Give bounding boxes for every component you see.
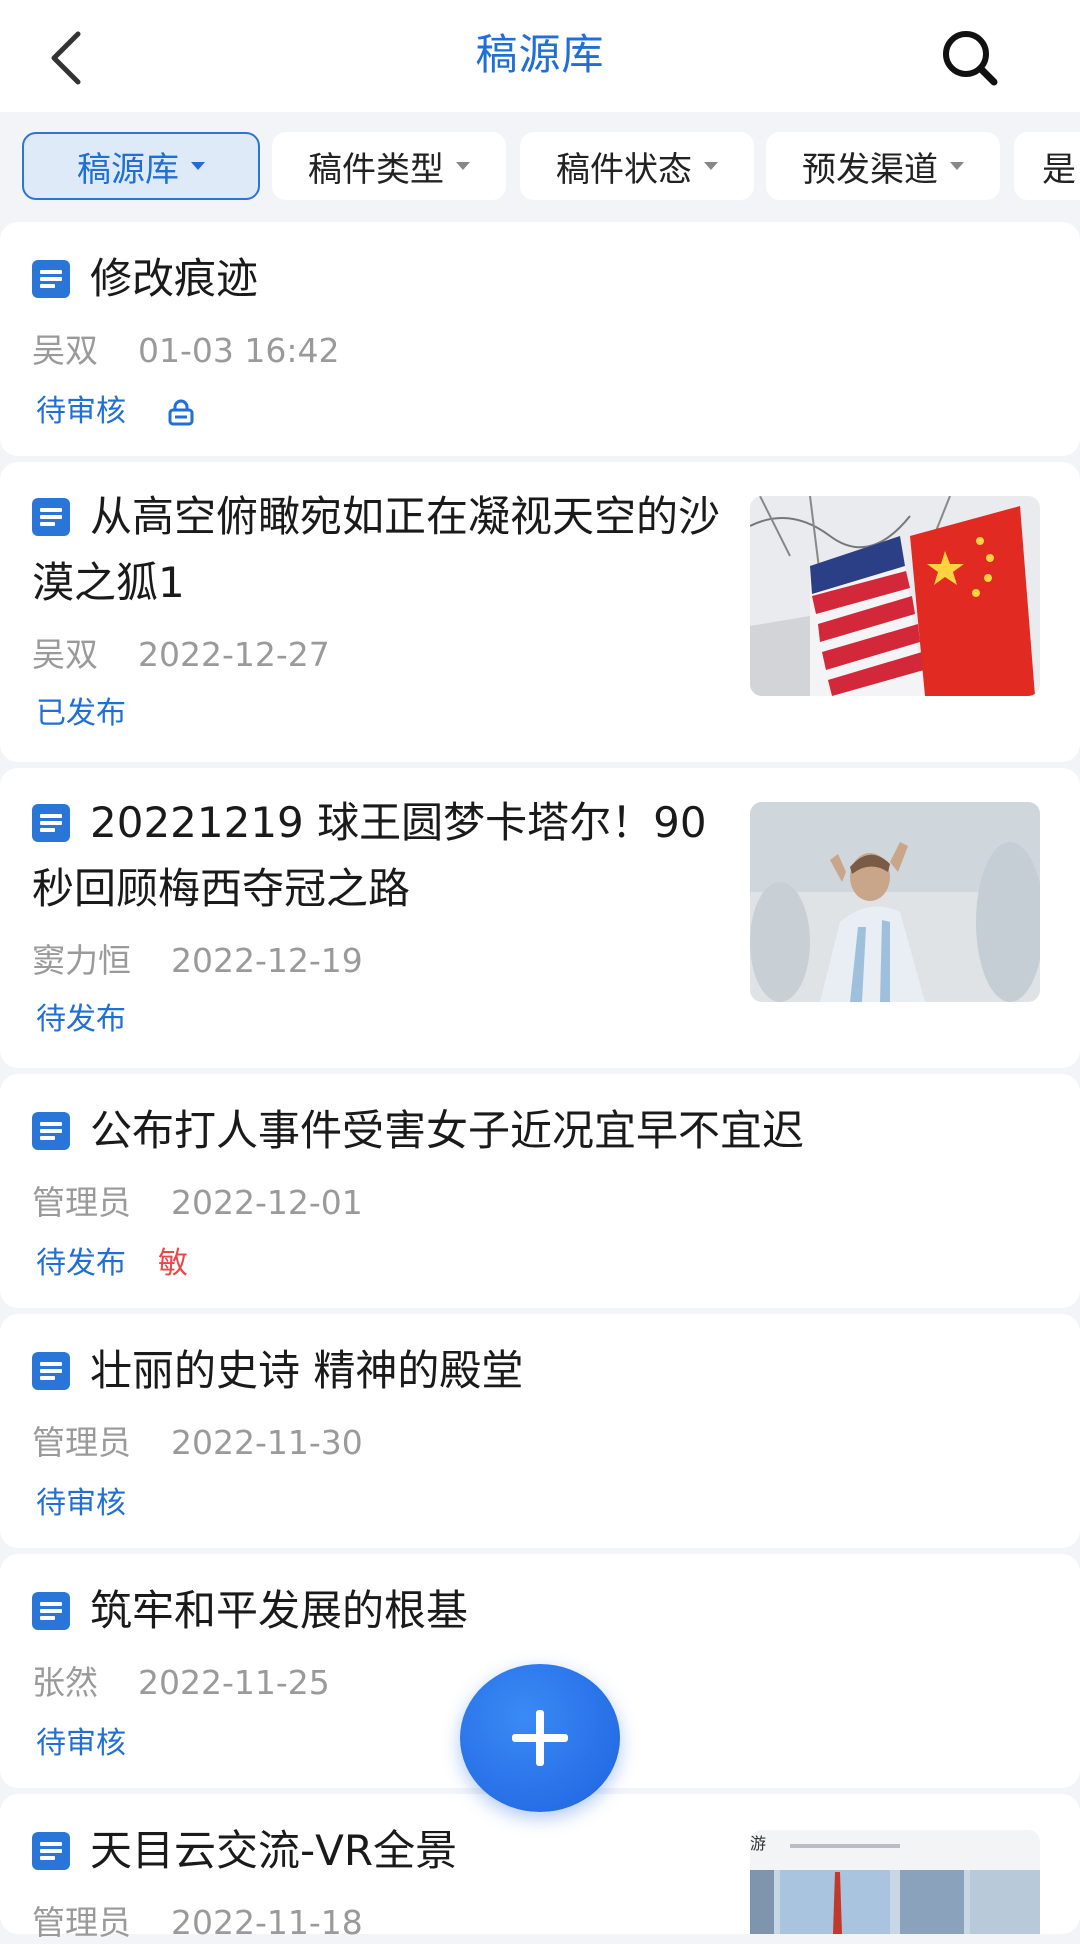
filter-bar: 稿源库 稿件类型 稿件状态 预发渠道 是 bbox=[0, 112, 1080, 222]
document-icon bbox=[32, 1112, 70, 1150]
article-title: 天目云交流-VR全景 bbox=[90, 1826, 458, 1875]
status-badge: 待审核 bbox=[36, 394, 126, 429]
filter-chip-label: 是 bbox=[1042, 149, 1076, 190]
article-author: 管理员 bbox=[32, 1903, 131, 1942]
article-author: 管理员 bbox=[32, 1183, 131, 1222]
article-meta: 管理员 2022-12-01 bbox=[32, 1176, 363, 1224]
page-title: 稿源库 bbox=[475, 30, 605, 79]
article-author: 窦力恒 bbox=[32, 941, 131, 980]
article-card[interactable]: 从高空俯瞰宛如正在凝视天空的沙漠之狐1 吴双 2022-12-27 已发布 bbox=[0, 462, 1080, 762]
filter-chip-channel[interactable]: 预发渠道 bbox=[766, 132, 1000, 200]
article-thumbnail: 游 bbox=[750, 1830, 1040, 1934]
filter-chip-status[interactable]: 稿件状态 bbox=[520, 132, 754, 200]
article-thumbnail bbox=[750, 802, 1040, 1002]
document-icon bbox=[32, 1592, 70, 1630]
filter-chip-label: 预发渠道 bbox=[802, 149, 938, 190]
article-date: 2022-12-19 bbox=[171, 941, 363, 980]
article-card[interactable]: 公布打人事件受害女子近况宜早不宜迟 管理员 2022-12-01 待发布敏 bbox=[0, 1074, 1080, 1308]
flags-image bbox=[750, 496, 1040, 696]
status-badge: 待审核 bbox=[36, 1726, 126, 1761]
filter-chip-source-library[interactable]: 稿源库 bbox=[22, 132, 260, 200]
article-author: 吴双 bbox=[32, 331, 98, 370]
caret-down-icon bbox=[704, 162, 718, 170]
caret-down-icon bbox=[456, 162, 470, 170]
status-badge: 待发布 bbox=[36, 1002, 126, 1037]
article-date: 2022-12-27 bbox=[138, 635, 330, 674]
lock-icon bbox=[168, 399, 194, 425]
article-title: 筑牢和平发展的根基 bbox=[90, 1586, 469, 1635]
status-badge: 待发布 bbox=[36, 1246, 126, 1281]
thumbnail-heading: 游 bbox=[750, 1834, 767, 1853]
search-button[interactable] bbox=[930, 18, 1010, 98]
filter-chip-more[interactable]: 是 bbox=[1014, 132, 1080, 200]
article-title: 从高空俯瞰宛如正在凝视天空的沙漠之狐1 bbox=[32, 492, 721, 607]
caret-down-icon bbox=[191, 162, 205, 170]
filter-chip-label: 稿源库 bbox=[77, 149, 179, 190]
article-date: 2022-11-25 bbox=[138, 1663, 330, 1702]
article-card[interactable]: 壮丽的史诗 精神的殿堂 管理员 2022-11-30 待审核 bbox=[0, 1314, 1080, 1548]
filter-chip-label: 稿件状态 bbox=[556, 149, 692, 190]
article-title: 壮丽的史诗 精神的殿堂 bbox=[90, 1346, 524, 1395]
article-thumbnail bbox=[750, 496, 1040, 696]
article-date: 01-03 16:42 bbox=[138, 331, 340, 370]
article-author: 管理员 bbox=[32, 1423, 131, 1462]
article-card[interactable]: 天目云交流-VR全景 管理员 2022-11-18 游 bbox=[0, 1794, 1080, 1942]
sensitive-tag: 敏 bbox=[158, 1246, 188, 1281]
article-meta: 吴双 2022-12-27 bbox=[32, 628, 330, 676]
article-status-row: 待发布敏 bbox=[36, 1238, 188, 1282]
article-title: 修改痕迹 bbox=[90, 254, 259, 303]
article-author: 吴双 bbox=[32, 635, 98, 674]
article-meta: 窦力恒 2022-12-19 bbox=[32, 934, 363, 982]
document-icon bbox=[32, 1832, 70, 1870]
article-author: 张然 bbox=[32, 1663, 98, 1702]
article-date: 2022-11-30 bbox=[171, 1423, 363, 1462]
document-icon bbox=[32, 1352, 70, 1390]
player-image bbox=[750, 802, 1040, 1002]
article-status-row: 待审核 bbox=[36, 386, 196, 430]
article-title: 20221219 球王圆梦卡塔尔！90秒回顾梅西夺冠之路 bbox=[32, 798, 707, 913]
article-date: 2022-11-18 bbox=[171, 1903, 363, 1942]
add-article-button[interactable] bbox=[460, 1664, 620, 1812]
article-meta: 吴双 01-03 16:42 bbox=[32, 324, 339, 372]
article-date: 2022-12-01 bbox=[171, 1183, 363, 1222]
top-bar: 稿源库 bbox=[0, 0, 1080, 112]
vr-image bbox=[750, 1830, 1040, 1934]
document-icon bbox=[32, 260, 70, 298]
article-title: 公布打人事件受害女子近况宜早不宜迟 bbox=[90, 1106, 805, 1155]
status-badge: 已发布 bbox=[36, 696, 126, 731]
article-meta: 管理员 2022-11-18 bbox=[32, 1896, 363, 1944]
article-card[interactable]: 修改痕迹 吴双 01-03 16:42 待审核 bbox=[0, 222, 1080, 456]
filter-chip-type[interactable]: 稿件类型 bbox=[272, 132, 506, 200]
status-badge: 待审核 bbox=[36, 1486, 126, 1521]
filter-chip-label: 稿件类型 bbox=[308, 149, 444, 190]
caret-down-icon bbox=[950, 162, 964, 170]
article-meta: 张然 2022-11-25 bbox=[32, 1656, 330, 1704]
article-card[interactable]: 20221219 球王圆梦卡塔尔！90秒回顾梅西夺冠之路 窦力恒 2022-12-… bbox=[0, 768, 1080, 1068]
search-icon bbox=[943, 31, 998, 86]
article-meta: 管理员 2022-11-30 bbox=[32, 1416, 363, 1464]
